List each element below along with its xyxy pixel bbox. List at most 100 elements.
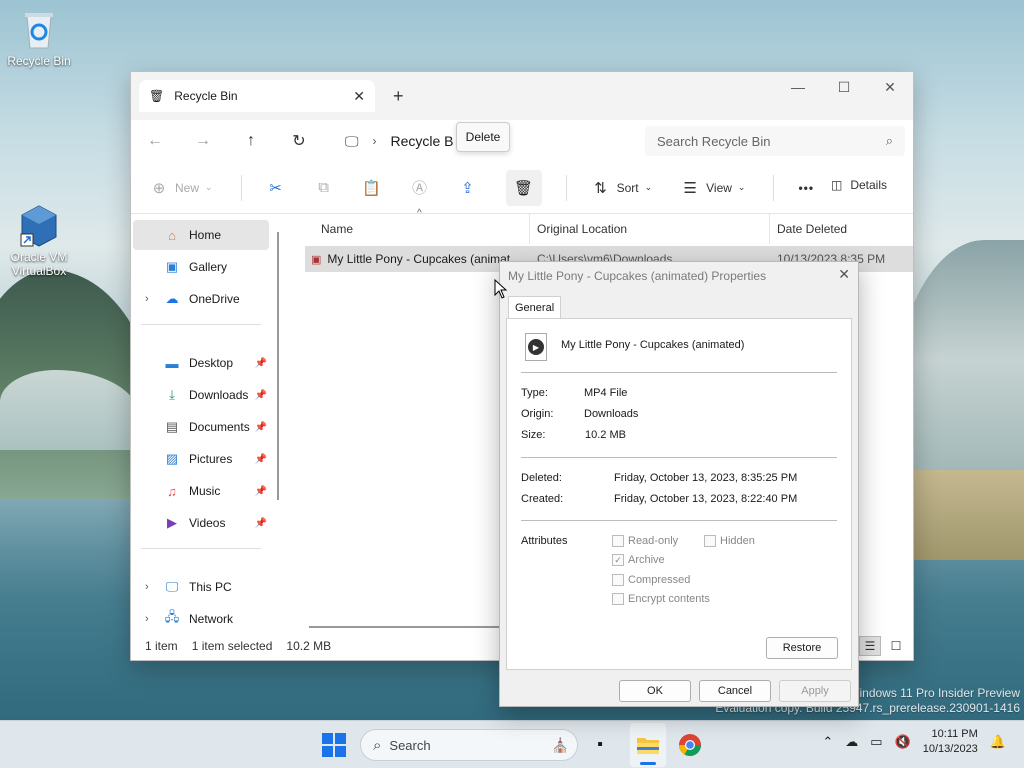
breadcrumb[interactable]: 🖵 › Recycle B — [345, 126, 454, 156]
delete-button[interactable]: 🗑 — [505, 169, 542, 206]
column-header-original-location[interactable]: Original Location — [537, 214, 627, 244]
column-header-name[interactable]: Name — [321, 214, 353, 244]
restore-button[interactable]: Restore — [766, 637, 838, 659]
sidebar-item-music[interactable]: ♫ Music 📌 — [133, 476, 269, 506]
navigation-pane: ⌂ Home ▣ Gallery › ☁ OneDrive ▬ Desktop … — [131, 214, 281, 634]
close-icon[interactable]: ✕ — [867, 72, 913, 102]
rename-button[interactable]: Ⓐ — [410, 177, 430, 198]
more-options-button[interactable]: ••• — [798, 181, 814, 195]
sidebar-item-home[interactable]: ⌂ Home — [133, 220, 269, 250]
close-icon[interactable]: ✕ — [838, 266, 850, 283]
column-divider[interactable] — [529, 214, 530, 244]
task-view-icon[interactable]: ▪ — [586, 731, 614, 759]
gallery-icon: ▣ — [165, 259, 179, 274]
pin-icon: 📌 — [254, 357, 267, 369]
sidebar-item-downloads[interactable]: ⤓ Downloads 📌 — [133, 380, 269, 410]
copy-button[interactable]: ⧉ — [314, 179, 334, 196]
tab-recycle-bin[interactable]: 🗑 Recycle Bin ✕ — [139, 80, 375, 112]
compressed-checkbox[interactable]: Compressed — [612, 574, 690, 586]
pin-icon: 📌 — [254, 453, 267, 465]
share-button[interactable]: ⇪ — [458, 179, 478, 197]
minimize-icon[interactable]: — — [775, 72, 821, 102]
search-box[interactable]: Search Recycle Bin ⌕ — [645, 126, 905, 156]
details-view-icon[interactable]: ☰ — [859, 636, 881, 656]
view-button[interactable]: ☰ View ⌄ — [680, 179, 745, 197]
file-name: My Little Pony - Cupcakes (animated) — [561, 339, 745, 351]
sidebar-item-label: Downloads — [189, 388, 249, 402]
paste-button[interactable]: 📋 — [362, 179, 382, 197]
breadcrumb-text: Recycle B — [390, 133, 454, 149]
chevron-right-icon[interactable]: › — [145, 581, 149, 593]
tab-general[interactable]: General — [508, 296, 562, 318]
chevron-up-icon[interactable]: ⌃ — [822, 734, 833, 750]
sidebar-item-network[interactable]: › 🖧 Network — [133, 604, 269, 634]
selected-size: 10.2 MB — [286, 639, 332, 653]
desktop-icon-recycle-bin[interactable]: Recycle Bin — [1, 8, 77, 68]
back-icon[interactable]: ← — [131, 132, 179, 150]
copy-icon: ⧉ — [318, 179, 329, 196]
encrypt-checkbox[interactable]: Encrypt contents — [612, 593, 710, 605]
sidebar-item-documents[interactable]: ▤ Documents 📌 — [133, 412, 269, 442]
properties-dialog: My Little Pony - Cupcakes (animated) Pro… — [499, 261, 859, 707]
maximize-icon[interactable]: ☐ — [821, 72, 867, 102]
apply-button[interactable]: Apply — [779, 680, 851, 702]
dialog-title-bar: My Little Pony - Cupcakes (animated) Pro… — [500, 262, 858, 290]
file-explorer-icon[interactable] — [634, 731, 662, 759]
display-icon[interactable]: ▭ — [870, 734, 882, 750]
volume-mute-icon[interactable]: 🔇 — [895, 734, 911, 750]
forward-icon[interactable]: → — [179, 132, 227, 150]
share-icon: ⇪ — [461, 179, 474, 197]
toolbar-divider — [773, 174, 775, 201]
sidebar-item-this-pc[interactable]: › 🖵 This PC — [133, 572, 269, 602]
readonly-checkbox[interactable]: Read-only — [612, 535, 678, 547]
archive-checkbox[interactable]: ✓ Archive — [612, 554, 665, 566]
cancel-button[interactable]: Cancel — [699, 680, 771, 702]
column-divider[interactable] — [769, 214, 770, 244]
sidebar-item-gallery[interactable]: ▣ Gallery — [133, 252, 269, 282]
tiles-view-icon[interactable]: ☐ — [885, 636, 907, 656]
new-button[interactable]: ⊕ New ⌄ — [149, 179, 213, 197]
cut-button[interactable]: ✂ — [266, 179, 286, 197]
details-pane-icon: ◫ — [830, 178, 843, 192]
sidebar-item-onedrive[interactable]: › ☁ OneDrive — [133, 284, 269, 314]
search-input[interactable]: Search Recycle Bin — [657, 134, 770, 149]
sidebar-item-desktop[interactable]: ▬ Desktop 📌 — [133, 348, 269, 378]
chevron-right-icon[interactable]: › — [145, 613, 149, 625]
rename-icon: Ⓐ — [412, 180, 428, 197]
up-icon[interactable]: ↑ — [227, 132, 275, 150]
refresh-icon[interactable]: ↻ — [275, 131, 323, 151]
sidebar-item-videos[interactable]: ▶ Videos 📌 — [133, 508, 269, 538]
onedrive-offline-icon[interactable]: ☁ — [845, 734, 858, 750]
chrome-icon[interactable] — [676, 731, 704, 759]
network-icon: 🖧 — [164, 609, 180, 624]
download-icon: ⤓ — [169, 387, 175, 402]
type-label: Type: — [521, 387, 548, 399]
ok-button[interactable]: OK — [619, 680, 691, 702]
checkmark-icon: ✓ — [612, 554, 624, 566]
view-label: View — [706, 180, 732, 195]
sidebar-item-pictures[interactable]: ▨ Pictures 📌 — [133, 444, 269, 474]
paste-icon: 📋 — [362, 179, 381, 197]
sort-button[interactable]: ⇅ Sort ⌄ — [591, 179, 652, 197]
tab-close-icon[interactable]: ✕ — [353, 88, 365, 105]
details-pane-button[interactable]: ◫ Details — [831, 178, 887, 192]
column-header-date-deleted[interactable]: Date Deleted — [777, 214, 847, 244]
checkbox-icon — [612, 593, 624, 605]
desktop-icon-virtualbox[interactable]: Oracle VM VirtualBox — [1, 204, 77, 278]
details-label: Details — [850, 178, 887, 192]
hidden-checkbox[interactable]: Hidden — [704, 535, 755, 547]
sidebar-item-label: OneDrive — [189, 292, 240, 306]
trash-icon: 🗑 — [514, 179, 534, 197]
chevron-right-icon[interactable]: › — [145, 293, 149, 305]
title-bar: 🗑 Recycle Bin ✕ + — ☐ ✕ — [131, 72, 913, 120]
windows-start-icon[interactable] — [322, 733, 346, 757]
size-label: Size: — [521, 429, 546, 441]
sidebar-scrollbar[interactable] — [277, 232, 279, 500]
chevron-down-icon: ⌄ — [205, 182, 213, 192]
new-tab-icon[interactable]: + — [393, 86, 404, 107]
scissors-icon: ✂ — [269, 179, 282, 197]
sidebar-divider — [141, 548, 261, 549]
taskbar-search[interactable]: ⌕ Search ⛪ — [360, 729, 578, 761]
notification-bell-icon[interactable]: 🔔 — [990, 734, 1006, 750]
clock[interactable]: 10:11 PM 10/13/2023 — [923, 727, 978, 757]
